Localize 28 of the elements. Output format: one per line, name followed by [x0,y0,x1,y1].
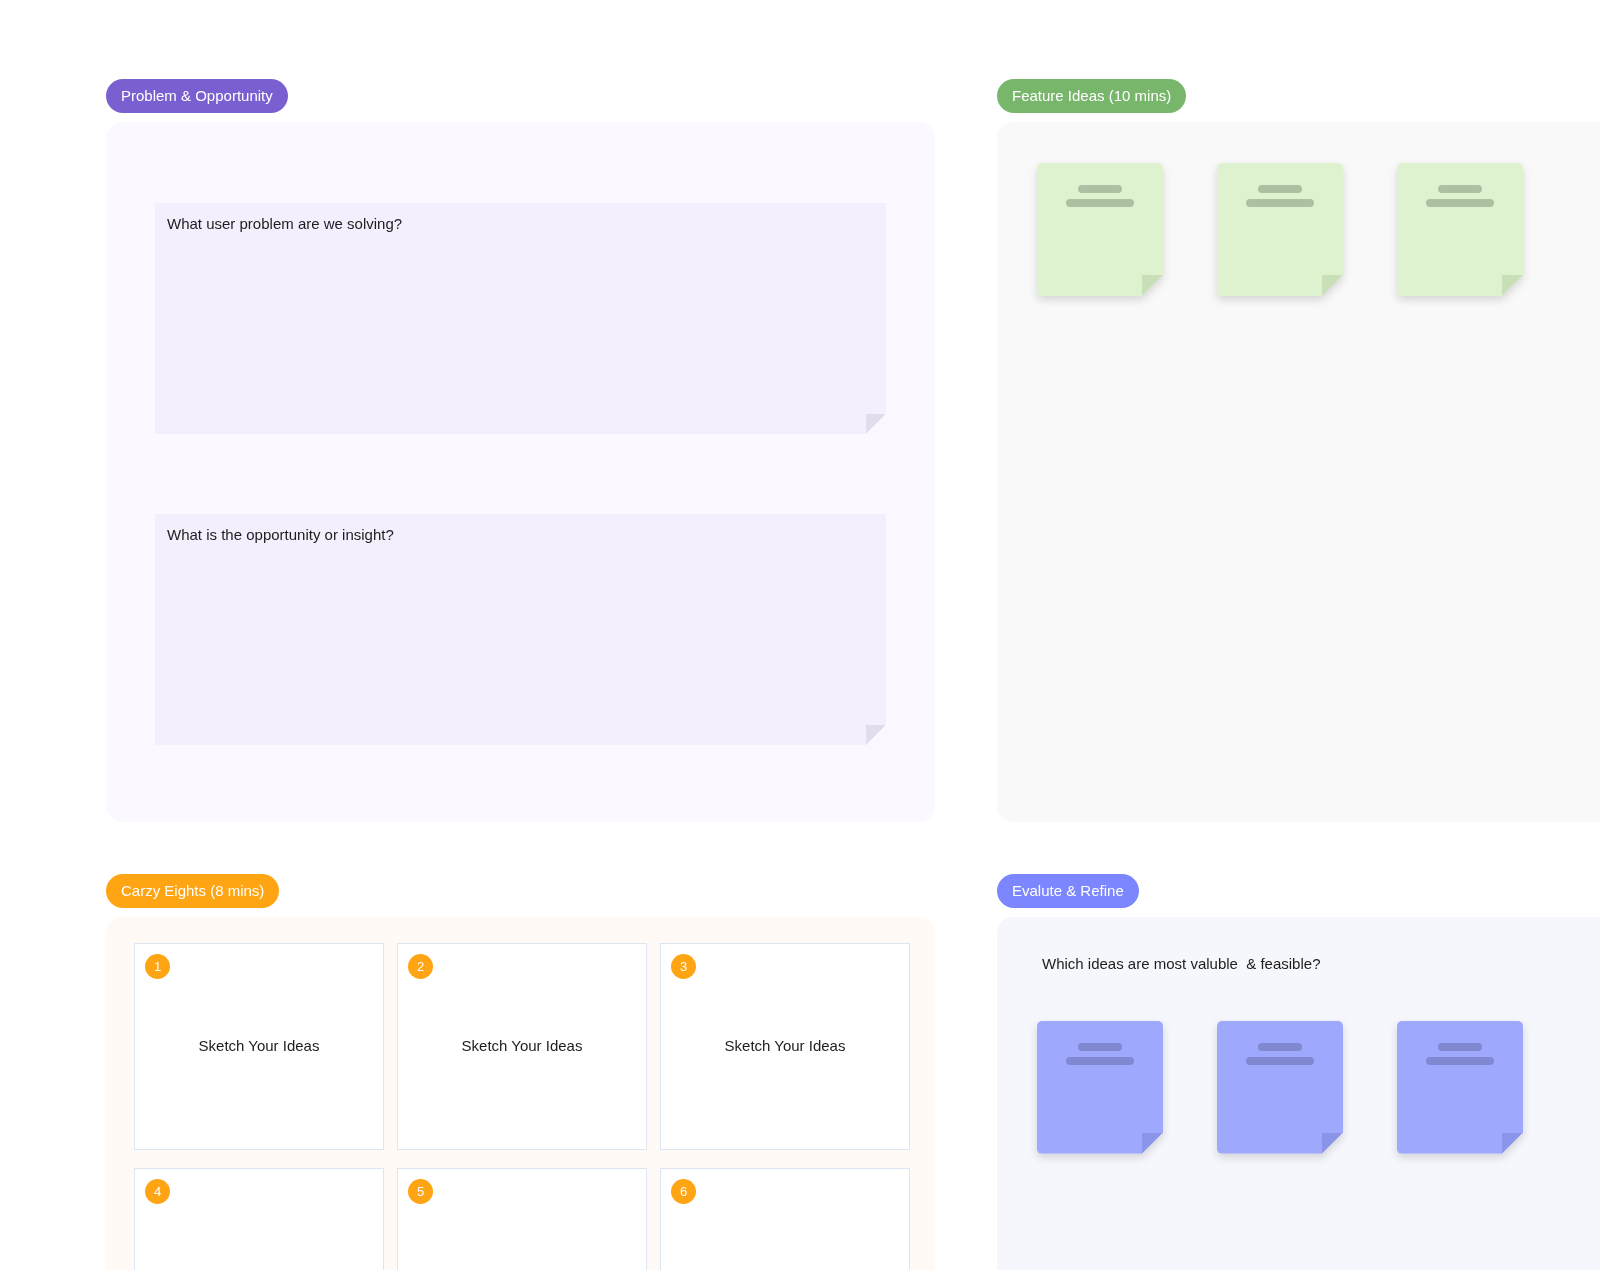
placeholder-lines-icon [1246,1042,1314,1065]
placeholder-lines-icon [1066,1042,1134,1065]
placeholder-lines-icon [1426,185,1494,207]
page-fold-icon [1142,1132,1163,1154]
step-number: 6 [671,1179,696,1204]
page-fold-icon [1142,275,1163,296]
step-number: 3 [671,954,696,979]
placeholder-lines-icon [1066,185,1134,207]
section-tag: Problem & Opportunity [106,79,288,113]
section-tag: Evalute & Refine [997,874,1139,908]
frame-label: Sketch Your Ideas [198,1036,320,1057]
step-number: 5 [408,1179,433,1204]
section-tag: Feature Ideas (10 mins) [997,79,1187,113]
page-fold-icon [1502,275,1523,296]
prompt-text: What user problem are we solving? [167,215,403,232]
step-number: 4 [145,1179,170,1204]
prompt-text: What is the opportunity or insight? [167,526,394,543]
placeholder-lines-icon [1426,1042,1494,1065]
section-tag: Carzy Eights (8 mins) [106,874,280,908]
placeholder-lines-icon [1246,185,1314,207]
frame-label: Sketch Your Ideas [724,1036,846,1057]
page-fold-icon [1322,275,1343,296]
step-number: 2 [408,954,433,979]
step-number: 1 [145,954,170,979]
page-fold-icon [1322,1132,1343,1154]
question-text: Which ideas are most valuble & feasible? [1042,954,1322,974]
frame-label: Sketch Your Ideas [461,1036,583,1057]
page-fold-icon [1502,1132,1523,1154]
